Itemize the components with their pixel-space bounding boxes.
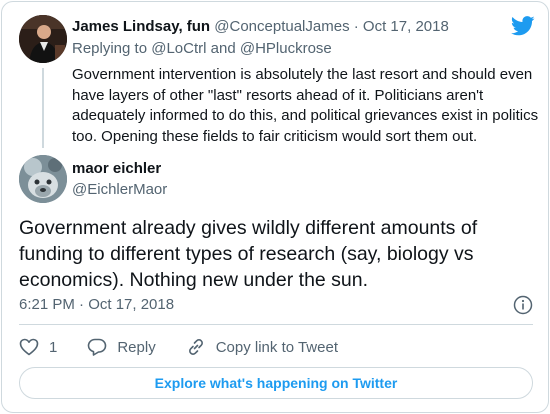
twitter-bird-icon[interactable] xyxy=(511,16,535,36)
info-icon[interactable] xyxy=(513,295,533,315)
replying-prefix: Replying to xyxy=(72,40,148,57)
main-author-name[interactable]: maor eichler xyxy=(72,160,161,178)
replying-and: and xyxy=(210,40,236,57)
avatar-image xyxy=(19,15,67,63)
link-icon xyxy=(188,339,203,355)
main-tweet-text: Government already gives wildly differen… xyxy=(19,217,478,291)
reply-button[interactable]: Reply xyxy=(87,337,156,357)
avatar-image xyxy=(19,155,67,203)
parent-author-handle[interactable]: @ConceptualJames xyxy=(214,18,349,35)
copy-link-button[interactable]: Copy link to Tweet xyxy=(186,337,338,357)
reply-label: Reply xyxy=(117,338,156,356)
reply-bubble-icon xyxy=(88,338,107,356)
explore-twitter-button[interactable]: Explore what's happening on Twitter xyxy=(19,367,533,399)
thread-connector-line xyxy=(42,68,44,148)
heart-icon xyxy=(19,338,39,356)
parent-author-name[interactable]: James Lindsay, fun xyxy=(72,18,210,35)
header-separator: · xyxy=(353,18,359,35)
tweet-timestamp[interactable]: 6:21 PM · Oct 17, 2018 xyxy=(19,296,174,314)
divider xyxy=(19,324,533,325)
parent-tweet-date[interactable]: Oct 17, 2018 xyxy=(363,18,449,35)
mention-link-hpluckrose[interactable]: @HPluckrose xyxy=(240,40,332,57)
replying-to-line: Replying to @LoCtrl and @HPluckrose xyxy=(72,40,332,58)
copy-link-label: Copy link to Tweet xyxy=(215,338,338,356)
main-author-handle[interactable]: @EichlerMaor xyxy=(72,181,167,199)
avatar[interactable] xyxy=(19,155,67,203)
avatar[interactable] xyxy=(19,15,67,63)
mention-link-loctrl[interactable]: @LoCtrl xyxy=(151,40,206,57)
like-count: 1 xyxy=(49,338,58,356)
like-button[interactable]: 1 xyxy=(19,337,57,357)
embedded-tweet-card: James Lindsay, fun @ConceptualJames · Oc… xyxy=(1,1,549,413)
tweet-actions: 1 Reply Copy link to Tweet xyxy=(19,337,368,357)
parent-tweet-text: Government intervention is absolutely th… xyxy=(72,66,539,145)
parent-tweet-header: James Lindsay, fun @ConceptualJames · Oc… xyxy=(72,18,449,36)
